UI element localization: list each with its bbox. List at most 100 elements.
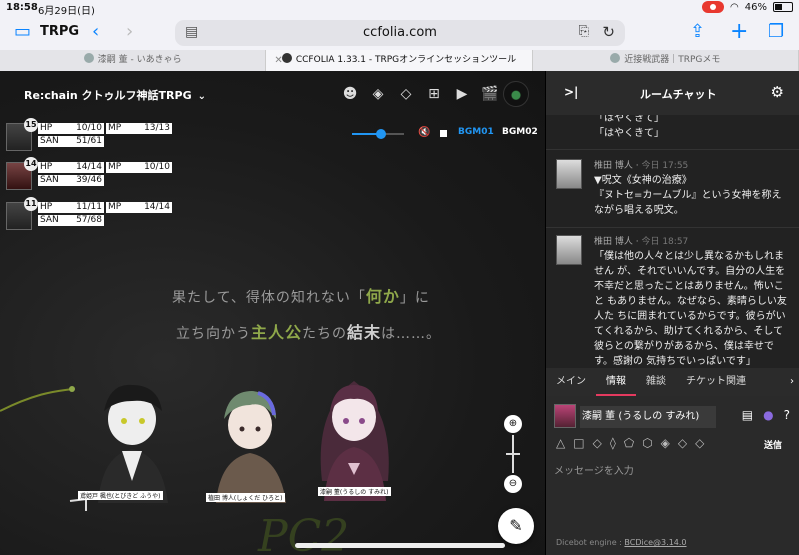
tab-main[interactable]: メイン [546,368,596,396]
d20-icon[interactable]: ⬡ [642,436,652,450]
figure-1-art [98,384,168,503]
url-text[interactable]: ccfolia.com [175,25,625,40]
room-title[interactable]: Re:chain クトゥルフ神話TRPG ⌄ [24,87,206,103]
tab-info[interactable]: 情報 [596,368,636,396]
stop-icon[interactable] [440,130,447,137]
character-figure-2[interactable]: 植田 博人(しょくだ ひろと) [206,389,296,503]
layers-outline-icon[interactable]: ◇ [397,85,415,103]
user-avatar[interactable] [503,81,529,107]
hp-value: 10/10 [76,123,102,133]
share-icon[interactable]: ⇪ [690,22,705,42]
character-face-icon[interactable]: ☻ [341,85,359,103]
chat-header: >| ルームチャット ⚙ [546,71,799,115]
address-bar[interactable]: ▤ ccfolia.com ⎘ ↻ [175,20,625,46]
character-status-1[interactable]: 15 HP 10/10 MP 13/13 SAN 51/61 [4,118,184,151]
message-input[interactable]: メッセージを入力 [554,462,634,477]
message-meta: 椎田 博人 · 今日 18:57 [594,237,689,247]
tab-overview-icon[interactable]: ❐ [768,22,784,42]
d6-icon[interactable]: □ [573,436,584,450]
screen-record-icon[interactable] [702,1,725,13]
game-stage[interactable]: Re:chain クトゥルフ神話TRPG ⌄ ☻ ◈ ◇ ⊞ ▶ 🎬 🔇 BGM0… [0,71,545,555]
home-indicator [295,543,505,548]
tab-iachara[interactable]: 漆嗣 董 - いあきゃら [0,50,267,71]
narration-line-1: 果たして、得体の知れない「何か」に [172,287,430,306]
bcdice-link[interactable]: BCDice@3.14.0 [624,538,686,547]
favicon-icon [83,53,94,63]
mp-value: 10/10 [144,162,170,172]
wifi-icon: ◠ [730,1,739,13]
gear-icon[interactable]: ⚙ [771,83,784,101]
tab-ticket[interactable]: チケット関連 [676,368,756,396]
bgm02-button[interactable]: BGM02 [502,127,538,137]
close-tab-icon[interactable]: ✕ [274,50,282,71]
chevron-right-icon[interactable]: › [790,368,794,396]
dicebot-footer: Dicebot engine : BCDice@3.14.0 [556,538,687,547]
character-figure-1[interactable]: 鳶姫戸 楓也(とびきど ふうや) [78,381,178,503]
reload-icon[interactable]: ↻ [602,23,615,41]
character-status-2[interactable]: 14 HP 14/14 MP 10/10 SAN 39/46 [4,157,184,190]
battery-percent: 46% [744,1,767,13]
tab-group-title[interactable]: TRPG [40,24,79,39]
favicon-icon [610,53,621,63]
d4-icon[interactable]: △ [556,436,565,450]
room-chat-panel: >| ルームチャット ⚙ 「はやくきて」 「はやくきて」 椎田 博人 · 今日 … [545,71,799,555]
status-date: 6月29日(日) [38,6,95,17]
speaker-portrait[interactable] [556,159,582,189]
tab-chatter[interactable]: 雑談 [636,368,676,396]
dice-set-icon[interactable]: ◇ [695,436,704,450]
san-value: 51/61 [76,136,102,146]
volume-slider[interactable] [352,129,404,139]
status-time: 18:58 [6,2,38,13]
character-status-3[interactable]: 11 HP 11/11 MP 14/14 SAN 57/68 [4,197,184,230]
status-bar: 18:58 6月29日(日) ◠ 46% [0,0,799,17]
d100-icon[interactable]: ◈ [661,436,670,450]
speaker-portrait[interactable] [554,404,576,428]
screen-play-icon[interactable]: ▶ [453,85,471,103]
tab-ccfolia[interactable]: ✕ CCFOLIA 1.33.1 - TRPGオンラインセッションツール [266,50,533,71]
zoom-in-icon[interactable]: ⊕ [504,415,522,433]
new-tab-icon[interactable]: + [730,21,748,43]
mp-value: 14/14 [144,202,170,212]
collapse-panel-icon[interactable]: >| [564,85,578,99]
volume-knob[interactable] [375,129,386,139]
forward-icon[interactable]: › [126,22,133,42]
narration-line-2: 立ち向かう主人公たちの結末は……。 [176,323,442,342]
initiative-badge: 11 [24,197,38,211]
speaker-portrait[interactable] [556,235,582,265]
figure-caption: 鳶姫戸 楓也(とびきど ふうや) [78,491,163,500]
hp-value: 11/11 [76,202,102,212]
pc2-watermark: PC2 [258,511,350,555]
initiative-badge: 15 [24,118,38,132]
d10-icon[interactable]: ◊ [610,436,616,450]
character-sheet-icon[interactable]: ▤ [742,408,753,422]
back-icon[interactable]: ‹ [92,22,99,42]
sidebar-toggle-icon[interactable]: ▭ [14,22,31,42]
bgm01-button[interactable]: BGM01 [458,127,494,137]
figure-caption: 漆嗣 董(うるしの すみれ) [318,487,391,496]
san-value: 57/68 [76,215,102,225]
chat-messages[interactable]: 「はやくきて」 「はやくきて」 椎田 博人 · 今日 17:55 ▼呪文《女神の… [546,115,799,365]
figure-3-art [320,381,389,501]
color-palette-icon[interactable]: ● [763,408,773,422]
speaker-name-field[interactable]: 漆嗣 董 (うるしの すみれ) [580,406,716,428]
zoom-out-icon[interactable]: ⊖ [504,475,522,493]
dice-pair-icon[interactable]: ◇ [678,436,687,450]
edit-pencil-button[interactable]: ✎ [498,508,534,544]
add-message-icon[interactable]: ⊞ [425,85,443,103]
d8-icon[interactable]: ◇ [593,436,602,450]
extension-icon[interactable]: ⎘ [579,24,589,39]
scene-clapper-icon[interactable]: 🎬 [481,85,499,103]
san-value: 39/46 [76,175,102,185]
layers-icon[interactable]: ◈ [369,85,387,103]
help-icon[interactable]: ? [784,408,790,422]
chat-title: ルームチャット [640,88,717,101]
d12-icon[interactable]: ⬠ [624,436,634,450]
send-button[interactable]: 送信 [764,438,782,451]
character-figure-3[interactable]: 漆嗣 董(うるしの すみれ) [308,371,400,501]
favicon-icon [281,53,292,63]
chevron-down-icon[interactable]: ⌄ [198,91,206,102]
mute-icon[interactable]: 🔇 [418,127,430,138]
zoom-slider-tick[interactable] [506,453,520,455]
battery-icon [773,2,793,12]
tab-trpg-memo[interactable]: 近接戦武器｜TRPGメモ [533,50,799,71]
